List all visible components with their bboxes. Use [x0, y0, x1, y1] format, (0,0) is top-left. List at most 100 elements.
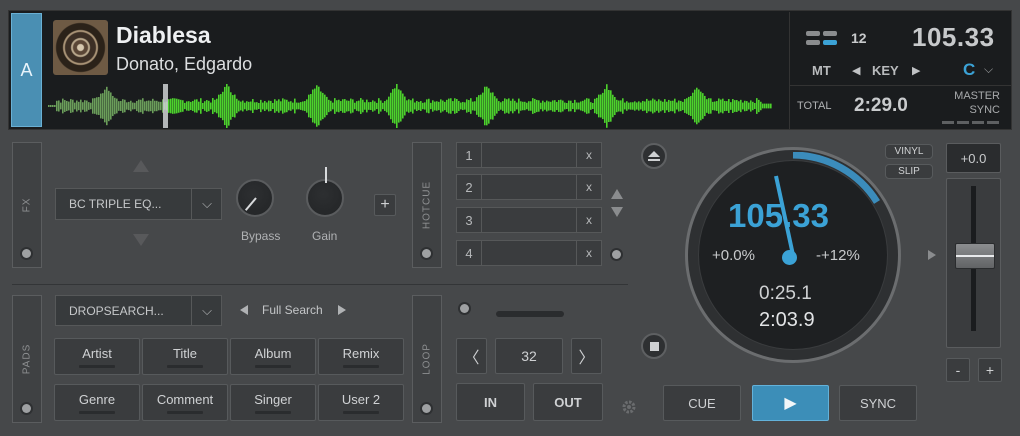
waveform-bar [376, 102, 378, 110]
stop-button[interactable] [641, 333, 667, 359]
cue-button[interactable]: CUE [663, 385, 741, 421]
eject-button[interactable] [641, 143, 667, 169]
pads-dropdown-chevron-icon[interactable]: ⌵ [191, 295, 222, 326]
pad-title[interactable]: Title [142, 338, 228, 375]
pad-singer[interactable]: Singer [230, 384, 316, 421]
loop-out-button[interactable]: OUT [533, 383, 603, 421]
loop-roll-led-icon[interactable] [460, 304, 469, 313]
fx-down-arrow-icon[interactable] [133, 234, 149, 246]
loop-tab-label: LOOP [421, 343, 433, 375]
master-tempo-button[interactable]: MT [812, 63, 831, 78]
waveform-bar [316, 85, 318, 127]
hotcue-down-arrow-icon[interactable] [611, 207, 623, 217]
waveform-bar [610, 90, 612, 122]
waveform-bar [344, 99, 346, 113]
hotcue-3-number[interactable]: 3 [456, 207, 482, 233]
pitch-value[interactable]: +0.0 [946, 143, 1001, 173]
waveform-bar [112, 95, 114, 117]
gain-knob[interactable] [306, 167, 344, 217]
waveform-bar [706, 99, 708, 113]
slip-button[interactable]: SLIP [885, 164, 933, 179]
waveform-bar [644, 101, 646, 111]
waveform-bar [68, 101, 70, 111]
fx-led-icon[interactable] [22, 249, 31, 258]
waveform-bar [432, 100, 434, 112]
pad-genre[interactable]: Genre [54, 384, 140, 421]
waveform-bar [514, 100, 516, 112]
waveform-bar [544, 102, 546, 110]
pad-album[interactable]: Album [230, 338, 316, 375]
key-dropdown-chevron-icon[interactable]: ⌵ [984, 62, 993, 77]
waveform-bar [464, 102, 466, 110]
hotcue-3-slot[interactable] [481, 207, 577, 233]
hotcue-1-number[interactable]: 1 [456, 142, 482, 168]
waveform-bar [566, 102, 568, 110]
hotcue-page-led-icon[interactable] [612, 250, 621, 259]
key-down-icon[interactable]: ◀ [852, 64, 860, 77]
deck-letter[interactable]: A [11, 13, 42, 127]
waveform-bar [300, 102, 302, 110]
deck-layer-icon[interactable] [806, 30, 840, 46]
loop-prev-button[interactable]: 〈 [456, 338, 487, 374]
waveform-bar [272, 102, 274, 110]
waveform-bar [86, 100, 88, 112]
pads-led-icon[interactable] [22, 404, 31, 413]
fx-dropdown-chevron-icon[interactable]: ⌵ [191, 188, 222, 220]
pad-user-2[interactable]: User 2 [318, 384, 404, 421]
hotcue-2-number[interactable]: 2 [456, 174, 482, 200]
hotcue-up-arrow-icon[interactable] [611, 189, 623, 199]
pad-artist[interactable]: Artist [54, 338, 140, 375]
waveform-bar [412, 98, 414, 114]
search-mode-next-icon[interactable] [338, 305, 346, 315]
pad-comment[interactable]: Comment [142, 384, 228, 421]
waveform-bar [508, 98, 510, 114]
waveform-bar [394, 88, 396, 124]
waveform-bar [306, 99, 308, 113]
waveform-bar [634, 101, 636, 111]
hotcue-4-clear[interactable]: x [576, 240, 602, 266]
hotcue-led-icon[interactable] [422, 249, 431, 258]
loop-in-button[interactable]: IN [456, 383, 525, 421]
search-mode-prev-icon[interactable] [240, 305, 248, 315]
vinyl-button[interactable]: VINYL [885, 144, 933, 159]
hotcue-1-slot[interactable] [481, 142, 577, 168]
pitch-fader-handle[interactable] [955, 243, 995, 269]
loop-size[interactable]: 32 [495, 338, 563, 374]
key-value[interactable]: C [963, 60, 975, 80]
hotcue-2-slot[interactable] [481, 174, 577, 200]
waveform-bar [602, 92, 604, 120]
waveform-bar [674, 98, 676, 114]
pitch-arrow-icon [928, 250, 936, 260]
waveform-bar [54, 105, 56, 107]
fx-add-button[interactable]: + [374, 194, 396, 216]
hotcue-1-clear[interactable]: x [576, 142, 602, 168]
bypass-knob[interactable] [236, 179, 274, 217]
waveform-bar [444, 101, 446, 111]
hotcue-4-number[interactable]: 4 [456, 240, 482, 266]
waveform-bar [560, 99, 562, 113]
waveform-bar [70, 99, 72, 113]
hotcue-2-clear[interactable]: x [576, 174, 602, 200]
waveform-bar [502, 101, 504, 111]
sync-button[interactable]: SYNC [839, 385, 917, 421]
waveform-bar [480, 94, 482, 118]
loop-led-icon[interactable] [422, 404, 431, 413]
waveform[interactable] [46, 84, 788, 128]
waveform-bar [220, 94, 222, 118]
waveform-bar [752, 101, 754, 111]
pitch-minus-button[interactable]: - [946, 358, 970, 382]
hotcue-3-clear[interactable]: x [576, 207, 602, 233]
loop-next-button[interactable]: 〉 [571, 338, 602, 374]
fx-up-arrow-icon[interactable] [133, 160, 149, 172]
play-button[interactable]: ▶ [752, 385, 829, 421]
waveform-bar [548, 101, 550, 111]
pitch-plus-button[interactable]: + [978, 358, 1002, 382]
pad-remix[interactable]: Remix [318, 338, 404, 375]
waveform-bar [700, 91, 702, 121]
key-up-icon[interactable]: ▶ [912, 64, 920, 77]
waveform-bar [418, 101, 420, 111]
master-sync-button[interactable]: MASTER SYNC [934, 89, 1000, 117]
gear-icon[interactable] [621, 399, 637, 415]
jog-pitch-range[interactable]: -+12% [816, 247, 860, 264]
hotcue-4-slot[interactable] [481, 240, 577, 266]
